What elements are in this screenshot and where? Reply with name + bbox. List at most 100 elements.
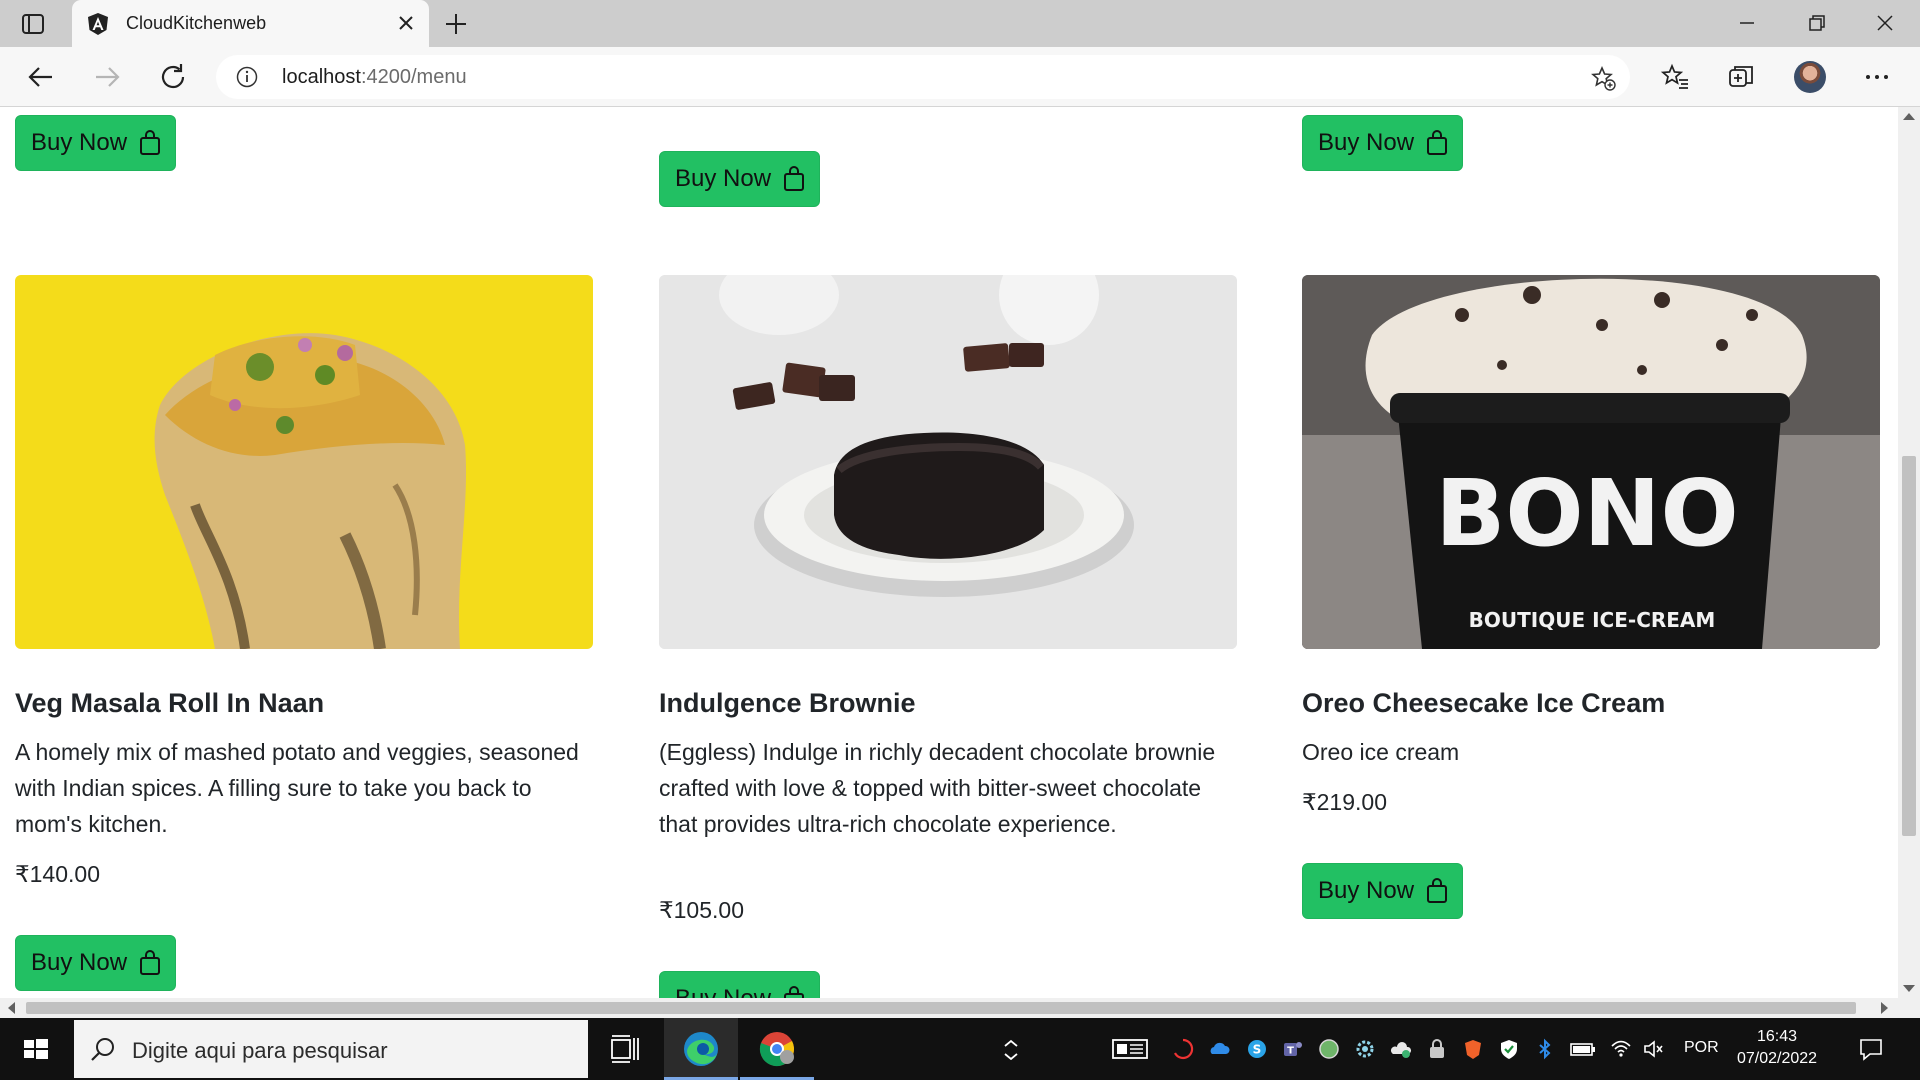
edge-taskbar-button[interactable] xyxy=(664,1018,738,1080)
onedrive-sync-icon[interactable] xyxy=(1208,1038,1230,1060)
settings-gear-icon[interactable] xyxy=(1354,1038,1376,1060)
system-clock[interactable]: 16:43 07/02/2022 xyxy=(1732,1026,1822,1070)
minimize-icon[interactable] xyxy=(1714,0,1780,47)
scrollbar-corner xyxy=(1898,998,1920,1018)
item-title: Veg Masala Roll In Naan xyxy=(15,688,325,718)
item-title: Indulgence Brownie xyxy=(659,688,916,718)
windows-start-icon[interactable] xyxy=(0,1018,72,1080)
tab-strip: CloudKitchenweb xyxy=(0,0,1920,47)
svg-text:BONO: BONO xyxy=(1435,460,1739,567)
buy-now-button[interactable]: Buy Now xyxy=(659,971,821,998)
address-bar[interactable]: localhost:4200/menu xyxy=(216,55,1630,99)
forward-icon[interactable] xyxy=(92,62,122,92)
shopping-bag-icon xyxy=(140,950,161,975)
horizontal-scroll-thumb[interactable] xyxy=(26,1002,1856,1014)
veg-masala-roll-image xyxy=(15,275,593,649)
item-price: ₹140.00 xyxy=(15,861,100,887)
buy-now-label: Buy Now xyxy=(675,985,771,998)
collections-icon[interactable] xyxy=(1726,62,1756,92)
item-price: ₹105.00 xyxy=(659,897,744,923)
buy-now-button[interactable]: Buy Now xyxy=(1302,863,1464,919)
wifi-icon[interactable] xyxy=(1610,1038,1632,1060)
shopping-bag-icon xyxy=(784,986,805,998)
buy-now-label: Buy Now xyxy=(31,129,128,156)
close-tab-icon[interactable] xyxy=(397,14,415,32)
input-language[interactable]: POR xyxy=(1684,1039,1719,1057)
restore-icon[interactable] xyxy=(1784,0,1850,47)
svg-text:S: S xyxy=(1253,1043,1262,1057)
menu-card: Veg Masala Roll In Naan A homely mix of … xyxy=(15,275,593,991)
oreo-ice-cream-image: BONO BOUTIQUE ICE-CREAM xyxy=(1302,275,1880,649)
globe-app-icon[interactable] xyxy=(1318,1038,1340,1060)
navigation-bar: localhost:4200/menu xyxy=(0,47,1920,107)
notifications-icon[interactable] xyxy=(1858,1036,1884,1062)
item-title: Oreo Cheesecake Ice Cream xyxy=(1302,688,1666,718)
horizontal-scrollbar[interactable] xyxy=(0,998,1898,1018)
shopping-bag-icon xyxy=(1427,130,1448,155)
battery-icon[interactable] xyxy=(1570,1038,1596,1060)
item-description: A homely mix of mashed potato and veggie… xyxy=(15,739,579,837)
scroll-up-icon[interactable] xyxy=(1903,113,1915,120)
svg-text:T: T xyxy=(1287,1046,1294,1057)
search-icon xyxy=(91,1038,114,1061)
tab-actions-icon[interactable] xyxy=(20,11,46,37)
tab-title: CloudKitchenweb xyxy=(126,13,267,33)
vertical-scroll-thumb[interactable] xyxy=(1902,456,1916,836)
item-price: ₹219.00 xyxy=(1302,789,1387,815)
skype-icon[interactable]: S xyxy=(1246,1038,1268,1060)
favorites-icon[interactable] xyxy=(1660,62,1690,92)
close-window-icon[interactable] xyxy=(1852,0,1918,47)
buy-now-label: Buy Now xyxy=(31,949,128,976)
buy-now-label: Buy Now xyxy=(1318,129,1415,156)
item-description: Oreo ice cream xyxy=(1302,739,1460,765)
bluetooth-icon[interactable] xyxy=(1534,1038,1556,1060)
profile-avatar[interactable] xyxy=(1794,61,1826,93)
shopping-bag-icon xyxy=(1427,878,1448,903)
shopping-bag-icon xyxy=(140,130,161,155)
brownie-image xyxy=(659,275,1237,649)
taskbar: Digite aqui para pesquisar S T POR 16:43… xyxy=(0,1018,1920,1080)
timer-app-icon[interactable] xyxy=(1172,1038,1194,1060)
taskbar-search-box[interactable]: Digite aqui para pesquisar xyxy=(74,1020,588,1078)
back-icon[interactable] xyxy=(26,62,56,92)
clock-date: 07/02/2022 xyxy=(1736,1050,1818,1067)
chrome-taskbar-button[interactable] xyxy=(740,1018,814,1080)
shopping-bag-icon xyxy=(784,166,805,191)
cloud-sync-icon[interactable] xyxy=(1390,1038,1412,1060)
task-view-icon[interactable] xyxy=(604,1028,646,1070)
page-viewport: Buy Now Buy Now Buy Now Veg Masala Roll … xyxy=(0,107,1898,998)
brave-shield-icon[interactable] xyxy=(1462,1038,1484,1060)
buy-now-button[interactable]: Buy Now xyxy=(15,935,177,991)
buy-now-button[interactable]: Buy Now xyxy=(1302,115,1464,171)
svg-text:BOUTIQUE ICE-CREAM: BOUTIQUE ICE-CREAM xyxy=(1469,608,1716,632)
buy-now-button[interactable]: Buy Now xyxy=(659,151,821,207)
add-favorite-icon[interactable] xyxy=(1590,65,1616,91)
vertical-scrollbar[interactable] xyxy=(1898,107,1920,998)
news-widget-icon[interactable] xyxy=(1112,1038,1148,1060)
menu-card: BONO BOUTIQUE ICE-CREAM Oreo Cheesecake … xyxy=(1302,275,1880,919)
refresh-icon[interactable] xyxy=(158,62,188,92)
scroll-left-icon[interactable] xyxy=(8,1002,15,1014)
url-text[interactable]: localhost:4200/menu xyxy=(282,66,467,89)
new-tab-icon[interactable] xyxy=(443,11,469,37)
clock-time: 16:43 xyxy=(1756,1028,1798,1045)
windows-security-icon[interactable] xyxy=(1498,1038,1520,1060)
item-description: (Eggless) Indulge in richly decadent cho… xyxy=(659,739,1216,837)
chrome-icon xyxy=(759,1032,794,1067)
browser-tab[interactable]: CloudKitchenweb xyxy=(72,0,429,47)
scroll-down-icon[interactable] xyxy=(1903,985,1915,992)
lock-icon[interactable] xyxy=(1426,1038,1448,1060)
site-info-icon[interactable] xyxy=(236,66,258,88)
menu-card: Indulgence Brownie (Eggless) Indulge in … xyxy=(659,275,1237,998)
volume-muted-icon[interactable] xyxy=(1642,1038,1664,1060)
edge-icon xyxy=(684,1032,718,1066)
teams-icon[interactable]: T xyxy=(1282,1038,1304,1060)
buy-now-label: Buy Now xyxy=(1318,877,1415,904)
buy-now-label: Buy Now xyxy=(675,165,772,192)
angular-favicon-icon xyxy=(86,12,110,36)
scroll-right-icon[interactable] xyxy=(1881,1002,1888,1014)
show-hidden-icons-icon[interactable] xyxy=(1000,1038,1022,1061)
buy-now-button[interactable]: Buy Now xyxy=(15,115,177,171)
search-placeholder: Digite aqui para pesquisar xyxy=(132,1038,388,1063)
more-options-icon[interactable] xyxy=(1862,62,1892,92)
